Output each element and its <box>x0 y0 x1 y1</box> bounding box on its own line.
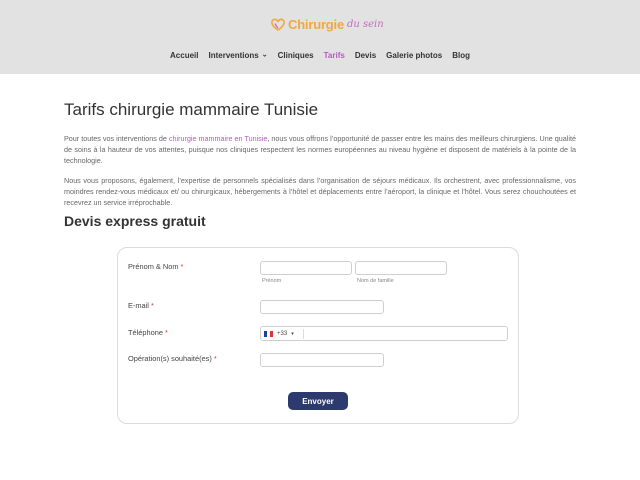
submit-button[interactable]: Envoyer <box>288 392 348 410</box>
intro-text-start: Pour toutes vos interventions de <box>64 134 169 143</box>
chevron-down-icon: ⌄ <box>261 51 268 59</box>
nav-item-label: Galerie photos <box>386 51 443 60</box>
country-code-select[interactable]: +33 ▾ <box>264 329 294 339</box>
caret-down-icon: ▾ <box>291 331 294 337</box>
name-label: Prénom & Nom * <box>128 262 183 271</box>
nav-item-devis[interactable]: Devis <box>350 50 381 62</box>
intro-paragraph: Pour toutes vos interventions de chirurg… <box>64 133 576 167</box>
site-header: Chirurgie du sein Accueil Interventions ⌄… <box>0 0 640 74</box>
phone-divider <box>303 329 304 339</box>
quote-form-title: Devis express gratuit <box>64 213 206 229</box>
quote-form: Prénom & Nom * Prénom Nom de famille E-ma… <box>117 247 519 424</box>
heart-logo-icon <box>271 18 285 31</box>
nav-item-interventions[interactable]: Interventions ⌄ <box>203 50 272 62</box>
nav-item-label: Interventions <box>208 51 259 60</box>
logo-brand-name: Chirurgie <box>288 16 344 32</box>
page-title: Tarifs chirurgie mammaire Tunisie <box>64 100 319 119</box>
nav-item-tarifs[interactable]: Tarifs <box>319 50 350 62</box>
last-name-input[interactable] <box>355 261 447 275</box>
last-name-hint: Nom de famille <box>357 278 394 284</box>
first-name-input[interactable] <box>260 261 352 275</box>
first-name-hint: Prénom <box>262 278 282 284</box>
nav-item-label: Devis <box>354 51 377 60</box>
chirurgie-mammaire-link[interactable]: chirurgie mammaire en Tunisie <box>169 134 267 143</box>
france-flag-icon <box>264 331 273 337</box>
email-label: E-mail * <box>128 301 154 310</box>
logo-tagline: du sein <box>346 18 384 30</box>
nav-item-accueil[interactable]: Accueil <box>165 50 203 62</box>
email-input[interactable] <box>260 300 384 314</box>
required-mark: * <box>164 328 168 337</box>
email-label-text: E-mail <box>128 301 149 310</box>
nav-item-blog[interactable]: Blog <box>447 50 475 62</box>
phone-label: Téléphone * <box>128 328 168 337</box>
nav-item-cliniques[interactable]: Cliniques <box>273 50 319 62</box>
required-mark: * <box>180 262 184 271</box>
site-logo[interactable]: Chirurgie du sein <box>270 14 384 34</box>
services-paragraph: Nous vous proposons, également, l’expert… <box>64 176 576 208</box>
operations-label-text: Opération(s) souhaité(es) <box>128 354 212 363</box>
required-mark: * <box>150 301 154 310</box>
name-label-text: Prénom & Nom <box>128 262 179 271</box>
nav-item-label: Cliniques <box>277 51 314 60</box>
phone-field[interactable]: +33 ▾ <box>260 326 508 341</box>
nav-item-label: Accueil <box>170 51 199 60</box>
main-nav: Accueil Interventions ⌄ Cliniques Tarifs … <box>0 50 640 62</box>
dial-code: +33 <box>277 331 288 337</box>
required-mark: * <box>213 354 217 363</box>
nav-item-label: Tarifs <box>323 51 345 60</box>
nav-item-galerie-photos[interactable]: Galerie photos <box>381 50 447 62</box>
phone-label-text: Téléphone <box>128 328 163 337</box>
operations-input[interactable] <box>260 353 384 367</box>
nav-item-label: Blog <box>452 51 470 60</box>
operations-label: Opération(s) souhaité(es) * <box>128 354 217 363</box>
